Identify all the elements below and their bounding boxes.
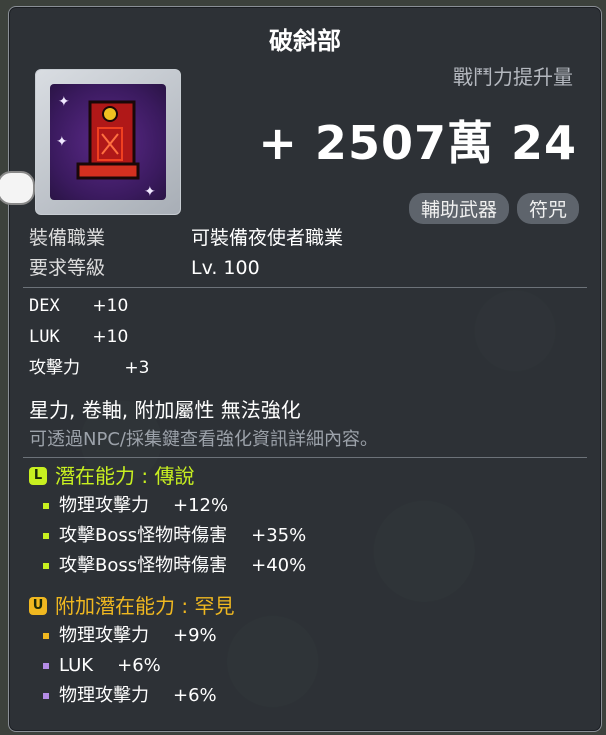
- divider: [23, 287, 587, 288]
- stat-value: +10: [92, 327, 129, 347]
- additional-potential-title: 附加潛在能力 : 罕見: [55, 594, 235, 618]
- potential-option: 物理攻擊力: [59, 495, 149, 516]
- requirement-value: 可裝備夜使者職業: [191, 227, 344, 249]
- potential-title: 潛在能力 : 傳說: [55, 464, 195, 488]
- item-icon-frame: ✦ ✦ ✦: [35, 69, 181, 215]
- stat-row: LUK +10: [29, 322, 149, 353]
- unique-grade-icon: U: [29, 597, 47, 615]
- potential-option: 攻擊Boss怪物時傷害: [59, 525, 228, 546]
- bullet-icon: [43, 693, 49, 699]
- additional-potential-option: 物理攻擊力: [59, 625, 149, 646]
- item-category-badges: 輔助武器 符咒: [408, 193, 579, 224]
- item-stats: DEX +10 LUK +10 攻擊力 +3: [29, 291, 149, 384]
- additional-potential-option: 物理攻擊力: [59, 685, 149, 706]
- potential-value: +35%: [251, 525, 307, 546]
- divider: [23, 457, 587, 458]
- enhancement-hint: 可透過NPC/採集鍵查看強化資訊詳細內容。: [29, 429, 378, 450]
- requirements: 裝備職業 可裝備夜使者職業 要求等級 Lv. 100: [29, 223, 343, 283]
- enhancement-notes: 星力, 卷軸, 附加屬性 無法強化 可透過NPC/採集鍵查看強化資訊詳細內容。: [29, 395, 378, 455]
- additional-potential-section: U 附加潛在能力 : 罕見 物理攻擊力 +9% LUK +6% 物理攻擊力 +6…: [29, 591, 234, 711]
- additional-potential-line: 物理攻擊力 +9%: [29, 621, 234, 651]
- requirement-level: 要求等級 Lv. 100: [29, 253, 343, 283]
- bullet-icon: [43, 503, 49, 509]
- additional-potential-header: U 附加潛在能力 : 罕見: [29, 591, 234, 621]
- item-tooltip: 破斜部 ✦ ✦ ✦ 戰鬥力提升量 + 2507萬 24 輔助武器 符咒 裝備職業…: [0, 6, 602, 732]
- additional-potential-option: LUK: [59, 655, 94, 676]
- category-badge-talisman: 符咒: [516, 193, 579, 224]
- stat-value: +10: [92, 296, 129, 316]
- sparkle-icon: ✦: [58, 94, 70, 110]
- stat-row: DEX +10: [29, 291, 149, 322]
- potential-line: 攻擊Boss怪物時傷害 +40%: [29, 551, 306, 581]
- item-name: 破斜部: [269, 27, 341, 55]
- sparkle-icon: ✦: [144, 184, 156, 200]
- potential-line: 攻擊Boss怪物時傷害 +35%: [29, 521, 306, 551]
- additional-potential-line: 物理攻擊力 +6%: [29, 681, 234, 711]
- hand-cursor-icon: [0, 171, 35, 205]
- stat-name: 攻擊力: [29, 358, 80, 378]
- additional-potential-value: +6%: [117, 655, 161, 676]
- power-increase-label: 戰鬥力提升量: [453, 65, 573, 89]
- enhancement-restriction: 星力, 卷軸, 附加屬性 無法強化: [29, 398, 301, 422]
- potential-header: L 潛在能力 : 傳說: [29, 461, 306, 491]
- requirement-label: 要求等級: [29, 257, 106, 279]
- category-badge-secondary-weapon: 輔助武器: [408, 193, 509, 224]
- stat-row: 攻擊力 +3: [29, 353, 149, 384]
- power-increase-value: + 2507萬 24: [258, 116, 577, 170]
- additional-potential-value: +6%: [173, 685, 217, 706]
- bullet-icon: [43, 663, 49, 669]
- potential-line: 物理攻擊力 +12%: [29, 491, 306, 521]
- sparkle-icon: ✦: [56, 134, 68, 150]
- item-icon-background: ✦ ✦ ✦: [50, 84, 166, 200]
- stat-name: LUK: [29, 327, 60, 347]
- additional-potential-value: +9%: [173, 625, 217, 646]
- potential-value: +40%: [251, 555, 307, 576]
- legendary-grade-icon: L: [29, 467, 47, 485]
- potential-value: +12%: [173, 495, 229, 516]
- requirement-job: 裝備職業 可裝備夜使者職業: [29, 223, 343, 253]
- potential-option: 攻擊Boss怪物時傷害: [59, 555, 228, 576]
- bullet-icon: [43, 533, 49, 539]
- bullet-icon: [43, 633, 49, 639]
- requirement-label: 裝備職業: [29, 227, 106, 249]
- stat-name: DEX: [29, 296, 60, 316]
- requirement-value: Lv. 100: [191, 257, 260, 279]
- potential-section: L 潛在能力 : 傳說 物理攻擊力 +12% 攻擊Boss怪物時傷害 +35% …: [29, 461, 306, 581]
- bullet-icon: [43, 563, 49, 569]
- additional-potential-line: LUK +6%: [29, 651, 234, 681]
- stat-value: +3: [124, 358, 150, 378]
